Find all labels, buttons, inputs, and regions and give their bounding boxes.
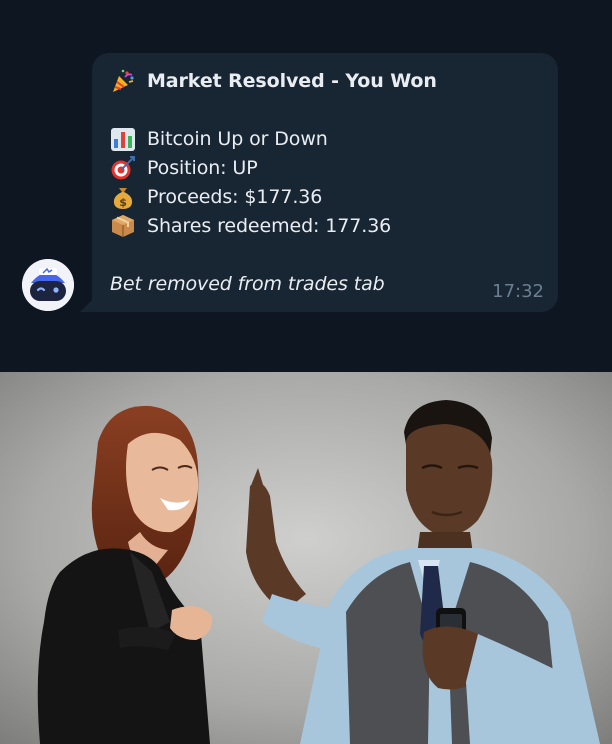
position-row: Position: UP: [110, 155, 258, 181]
message-title-row: Market Resolved - You Won: [110, 68, 437, 94]
party-popper-icon: [110, 68, 140, 94]
svg-text:$: $: [119, 196, 127, 209]
message-time: 17:32: [492, 281, 544, 302]
message-title: Market Resolved - You Won: [147, 70, 437, 92]
robot-icon: [22, 259, 74, 311]
market-name: Bitcoin Up or Down: [147, 128, 328, 150]
money-bag-icon: $: [110, 184, 140, 210]
direct-hit-icon: [110, 155, 140, 181]
message-note: Bet removed from trades tab: [110, 273, 385, 295]
photo-illustration: [0, 372, 612, 744]
proceeds-row: $ Proceeds: $177.36: [110, 184, 322, 210]
shares-text: Shares redeemed: 177.36: [147, 215, 392, 237]
position-text: Position: UP: [147, 157, 258, 179]
message-bubble[interactable]: Market Resolved - You Won Bitcoin Up or …: [92, 53, 558, 312]
bar-chart-icon: [110, 126, 140, 152]
meme-photo: [0, 372, 612, 744]
proceeds-text: Proceeds: $177.36: [147, 186, 323, 208]
market-row: Bitcoin Up or Down: [110, 126, 328, 152]
shares-row: Shares redeemed: 177.36: [110, 213, 391, 239]
chat-area: Market Resolved - You Won Bitcoin Up or …: [0, 0, 612, 372]
bot-avatar[interactable]: [22, 259, 74, 311]
package-icon: [110, 213, 140, 239]
